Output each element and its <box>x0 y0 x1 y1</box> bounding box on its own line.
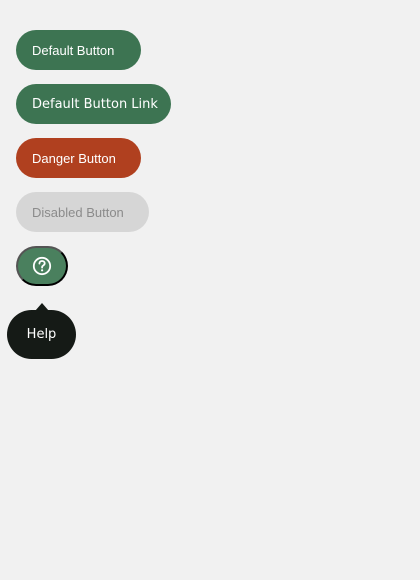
default-button[interactable]: Default Button <box>16 30 141 70</box>
help-circle-icon <box>32 256 52 276</box>
danger-button[interactable]: Danger Button <box>16 138 141 178</box>
disabled-button: Disabled Button <box>16 192 149 232</box>
help-tooltip: Help <box>7 310 76 359</box>
default-button-link[interactable]: Default Button Link <box>16 84 171 124</box>
tooltip-text: Help <box>26 327 57 342</box>
help-icon-button[interactable] <box>16 246 68 286</box>
